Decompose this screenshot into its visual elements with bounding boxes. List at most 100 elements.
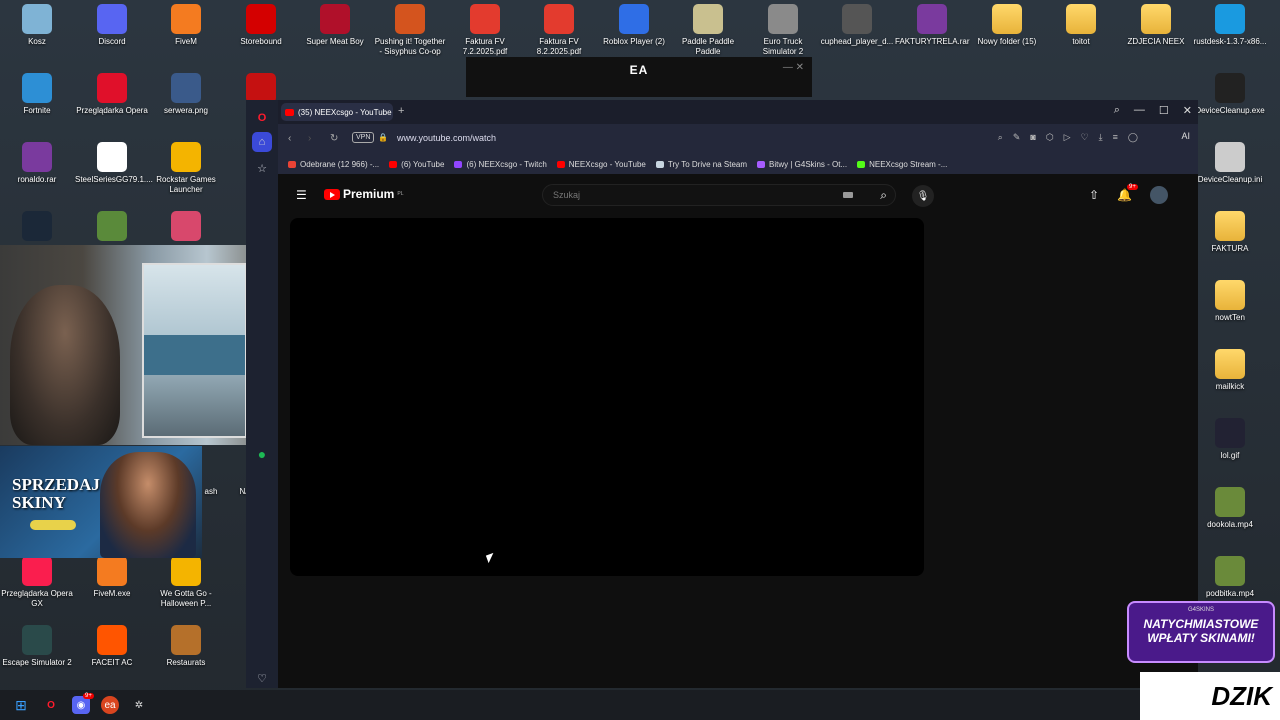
bookmark-item[interactable]: NEEXcsgo - YouTube xyxy=(556,160,646,169)
desktop-icon-label: Super Meat Boy xyxy=(306,37,364,46)
desktop-icon[interactable]: Super Meat Boy xyxy=(298,4,372,47)
minimize-icon[interactable]: — xyxy=(1134,104,1145,117)
download-icon[interactable]: ⤓ xyxy=(1099,132,1103,143)
maximize-icon[interactable]: ☐ xyxy=(1159,104,1169,117)
desktop-icon[interactable]: dookola.mp4 xyxy=(1193,487,1267,530)
ea-window-controls[interactable]: — ✕ xyxy=(783,62,804,73)
desktop-icon[interactable]: SteelSeriesGG79.1.... xyxy=(75,142,153,185)
bookmark-item[interactable]: (6) NEEXcsgo - Twitch xyxy=(454,160,547,169)
discord-taskbar-icon[interactable]: ◉ 9+ xyxy=(72,693,94,714)
camera-icon[interactable]: ◙ xyxy=(1030,132,1035,143)
url-field[interactable]: www.youtube.com/watch xyxy=(397,133,496,143)
heart-icon[interactable]: ♡ xyxy=(252,668,272,688)
desktop-icon-label: SteelSeriesGG79.1.... xyxy=(75,175,153,184)
desktop-icon[interactable]: Przeglądarka Opera xyxy=(75,73,149,116)
bookmark-item[interactable]: Try To Drive na Steam xyxy=(655,160,747,169)
desktop-icon[interactable]: lol.gif xyxy=(1193,418,1267,461)
avatar[interactable] xyxy=(1150,186,1168,204)
ea-window[interactable]: EA — ✕ xyxy=(466,57,812,97)
desktop-icon[interactable]: Kosz xyxy=(0,4,74,47)
search-input[interactable] xyxy=(543,185,843,205)
back-icon[interactable]: ‹ xyxy=(288,133,291,144)
upload-icon[interactable]: ⇧ xyxy=(1089,188,1099,202)
star-icon[interactable]: ☆ xyxy=(252,158,272,178)
desktop-icon[interactable]: Rockstar Games Launcher xyxy=(149,142,223,195)
desktop-icon[interactable] xyxy=(149,211,223,244)
menu-icon[interactable]: ≡ xyxy=(1113,132,1118,143)
desktop-icon[interactable]: ZDJECIA NEEX xyxy=(1119,4,1193,47)
desktop-icon[interactable]: DeviceCleanup.exe xyxy=(1193,73,1267,116)
desktop-icon[interactable] xyxy=(75,211,149,244)
desktop-icon[interactable]: FiveM.exe xyxy=(75,556,149,599)
close-icon[interactable]: ✕ xyxy=(1183,104,1192,117)
home-icon[interactable]: ⌂ xyxy=(252,132,272,152)
hamburger-menu-icon[interactable]: ☰ xyxy=(296,188,307,202)
desktop-icon[interactable]: FiveM xyxy=(149,4,223,47)
edit-icon[interactable]: ✎ xyxy=(1013,132,1021,143)
gif-icon xyxy=(1215,418,1245,448)
desktop-icon[interactable] xyxy=(0,211,74,244)
desktop-icon[interactable]: Faktura FV 8.2.2025.pdf xyxy=(522,4,596,57)
desktop-icon[interactable]: nowtTen xyxy=(1193,280,1267,323)
search-tabs-icon[interactable]: ⌕ xyxy=(1114,104,1120,117)
desktop-icon[interactable]: Discord xyxy=(75,4,149,47)
vpn-badge[interactable]: VPN xyxy=(352,132,375,143)
desktop-icon[interactable]: ronaldo.rar xyxy=(0,142,74,185)
reload-icon[interactable]: ↻ xyxy=(330,133,338,144)
search-icon[interactable]: ⌕ xyxy=(880,188,887,203)
desktop-icon[interactable]: serwera.png xyxy=(149,73,223,116)
opera-taskbar-icon[interactable]: O xyxy=(42,696,60,714)
desktop-icon[interactable]: cuphead_player_d... xyxy=(820,4,894,47)
desktop-icon[interactable]: Escape Simulator 2 xyxy=(0,625,74,668)
desktop-icon[interactable]: Roblox Player (2) xyxy=(597,4,671,47)
desktop-icon[interactable]: Paddle Paddle Paddle xyxy=(671,4,745,57)
lock-icon[interactable]: 🔒 xyxy=(378,133,388,142)
player-icon[interactable]: ▷ xyxy=(1064,132,1071,143)
search-page-icon[interactable]: ⌕ xyxy=(998,132,1003,143)
desktop-icon[interactable]: podbitka.mp4 xyxy=(1193,556,1267,599)
desktop-icon[interactable]: mailkick xyxy=(1193,349,1267,392)
desktop-icon[interactable]: toitot xyxy=(1044,4,1118,47)
new-tab-button[interactable]: + xyxy=(398,105,404,117)
desktop-icon[interactable]: We Gotta Go - Halloween P... xyxy=(149,556,223,609)
opera-gx-icon xyxy=(22,556,52,586)
desktop-icon[interactable]: Fortnite xyxy=(0,73,74,116)
youtube-logo[interactable]: Premium PL xyxy=(324,187,403,201)
keyboard-icon[interactable] xyxy=(843,192,853,198)
desktop-icon-label: DeviceCleanup.ini xyxy=(1197,175,1263,184)
desktop-icon[interactable]: Nowy folder (15) xyxy=(970,4,1044,47)
bookmark-item[interactable]: Odebrane (12 966) -... xyxy=(288,160,379,169)
aria-ai-button[interactable]: AI xyxy=(1181,131,1190,141)
roblox-icon xyxy=(619,4,649,34)
steelseries-taskbar-icon[interactable]: ✲ xyxy=(130,696,148,714)
bookmark-item[interactable]: NEEXcsgo Stream -... xyxy=(857,160,947,169)
video-player[interactable] xyxy=(290,218,924,576)
desktop-icon[interactable]: Pushing it! Together - Sisyphus Co-op xyxy=(373,4,447,57)
desktop-icon[interactable]: FACEIT AC xyxy=(75,625,149,668)
desktop-icon[interactable]: Restaurats xyxy=(149,625,223,668)
extensions-icon[interactable]: ⬡ xyxy=(1046,132,1054,143)
ea-taskbar-icon[interactable]: ea xyxy=(101,696,119,714)
desktop-icon[interactable]: rustdesk-1.3.7-x86... xyxy=(1193,4,1267,47)
heart-icon[interactable]: ♡ xyxy=(1081,132,1089,143)
bookmark-label: NEEXcsgo Stream -... xyxy=(869,159,948,169)
windows-start-icon[interactable]: ⊞ xyxy=(12,696,30,714)
desktop-icon[interactable]: Storebound xyxy=(224,4,298,47)
desktop-icon[interactable]: FAKTURA xyxy=(1193,211,1267,254)
desktop-icon[interactable]: Euro Truck Simulator 2 xyxy=(746,4,820,57)
desktop-icon-label: FiveM xyxy=(175,37,197,46)
forward-icon[interactable]: › xyxy=(308,133,311,144)
desktop-icon[interactable]: FAKTURYTRELA.rar xyxy=(895,4,970,47)
bookmark-item[interactable]: (6) YouTube xyxy=(389,160,444,169)
desktop-icon[interactable]: Przeglądarka Opera GX xyxy=(0,556,74,609)
opera-logo-icon[interactable]: O xyxy=(252,108,272,128)
tab-youtube[interactable]: (35) NEEXcsgo - YouTube xyxy=(281,103,393,121)
bookmark-item[interactable]: Bitwy | G4Skins - Ot... xyxy=(757,160,847,169)
notifications-icon[interactable]: 🔔 9+ xyxy=(1117,184,1138,202)
promo-tag xyxy=(30,520,76,530)
spotify-icon[interactable]: ● xyxy=(252,444,272,464)
desktop-icon[interactable]: DeviceCleanup.ini xyxy=(1193,142,1267,185)
desktop-icon[interactable]: Faktura FV 7.2.2025.pdf xyxy=(448,4,522,57)
microphone-icon[interactable]: 🎙 xyxy=(912,185,934,207)
profile-icon[interactable]: ◯ xyxy=(1128,132,1138,143)
